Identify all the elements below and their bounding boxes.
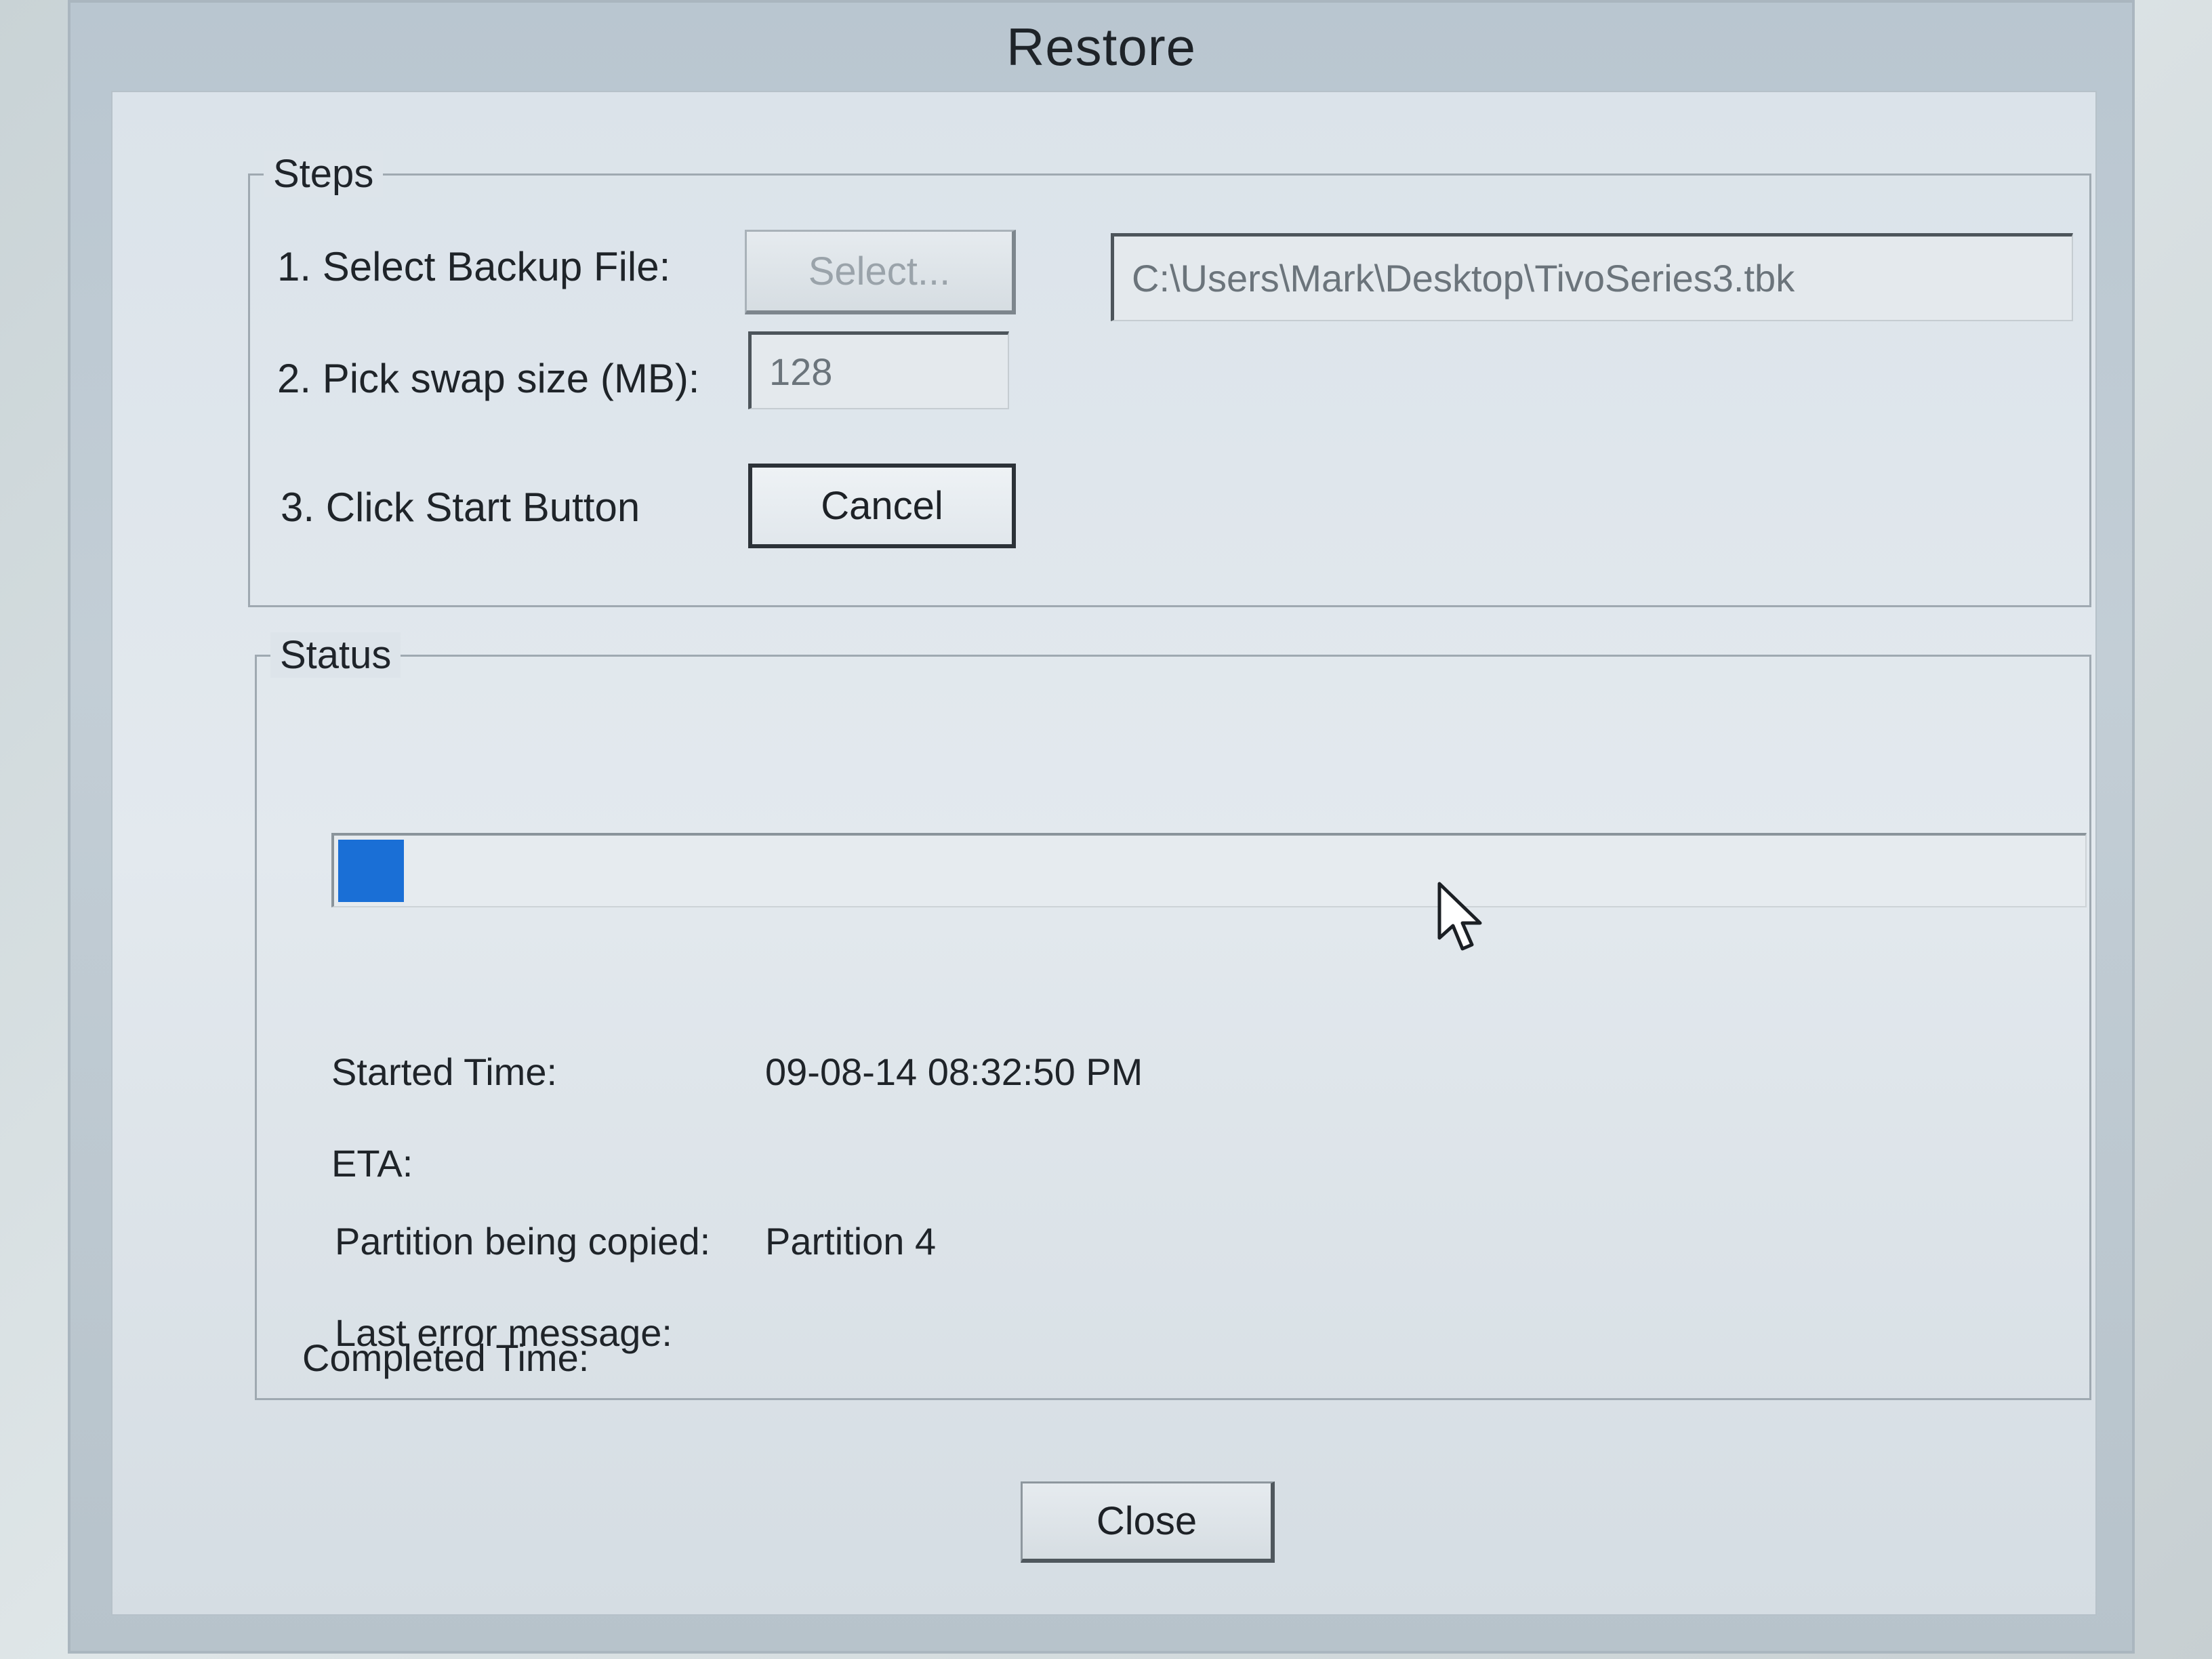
restore-progress-bar bbox=[331, 833, 2087, 907]
partition-value: Partition 4 bbox=[765, 1220, 937, 1263]
started-time-label: Started Time: bbox=[331, 1050, 558, 1093]
started-time-value: 09-08-14 08:32:50 PM bbox=[765, 1050, 1143, 1093]
window-title: Restore bbox=[1006, 16, 1197, 77]
backup-file-path-field[interactable]: C:\Users\Mark\Desktop\TivoSeries3.tbk bbox=[1111, 233, 2073, 321]
swap-size-field[interactable]: 128 bbox=[748, 331, 1009, 409]
completed-time-label: Completed Time: bbox=[302, 1336, 590, 1379]
step1-label: 1. Select Backup File: bbox=[277, 244, 671, 289]
dialog-client-area: Steps 1. Select Backup File: Select... C… bbox=[111, 91, 2097, 1616]
title-bar[interactable]: Restore bbox=[70, 3, 2132, 91]
partition-label: Partition being copied: bbox=[335, 1220, 711, 1263]
progress-fill bbox=[338, 840, 405, 902]
select-file-button[interactable]: Select... bbox=[745, 230, 1016, 314]
eta-label: ETA: bbox=[331, 1142, 413, 1185]
close-button[interactable]: Close bbox=[1021, 1481, 1275, 1563]
status-legend: Status bbox=[270, 632, 401, 678]
steps-groupbox: Steps 1. Select Backup File: Select... C… bbox=[248, 151, 2091, 607]
mouse-pointer-icon bbox=[1437, 882, 1482, 951]
step2-label: 2. Pick swap size (MB): bbox=[277, 356, 700, 401]
cancel-button[interactable]: Cancel bbox=[748, 464, 1016, 548]
step3-label: 3. Click Start Button bbox=[281, 485, 640, 530]
steps-legend: Steps bbox=[264, 151, 384, 197]
status-groupbox: Status Started Time: 09-08-14 08:32:50 P… bbox=[255, 632, 2091, 1400]
restore-window: Restore Steps 1. Select Backup File: Sel… bbox=[68, 0, 2135, 1654]
